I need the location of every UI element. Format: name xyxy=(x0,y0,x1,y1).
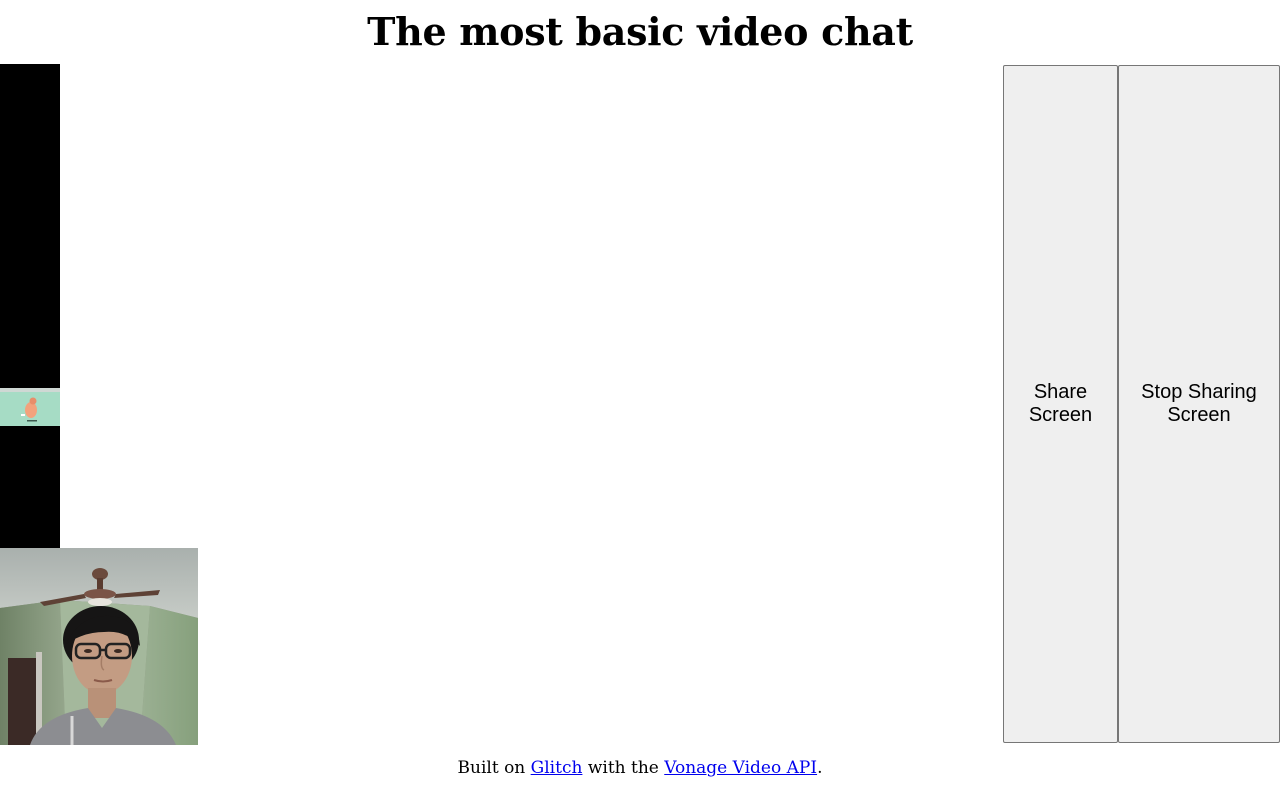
glitch-link[interactable]: Glitch xyxy=(531,758,583,778)
self-camera-video xyxy=(0,548,198,745)
camera-feed-image xyxy=(0,548,198,745)
shared-screen-illustration xyxy=(21,397,37,422)
footer-middle: with the xyxy=(582,758,665,778)
footer-prefix: Built on xyxy=(457,758,531,778)
shared-screen-content xyxy=(0,388,60,426)
vonage-video-api-link[interactable]: Vonage Video API xyxy=(664,758,817,778)
video-stage xyxy=(0,64,1002,745)
footer: Built on Glitch with the Vonage Video AP… xyxy=(0,757,1280,779)
share-screen-button[interactable]: Share Screen xyxy=(1003,65,1118,743)
stop-sharing-screen-button[interactable]: Stop Sharing Screen xyxy=(1118,65,1280,743)
video-chat-page: The most basic video chat Share Screen S… xyxy=(0,0,1280,789)
footer-suffix: . xyxy=(817,758,823,778)
remote-screen-share-video xyxy=(0,64,60,548)
page-title: The most basic video chat xyxy=(367,9,913,54)
